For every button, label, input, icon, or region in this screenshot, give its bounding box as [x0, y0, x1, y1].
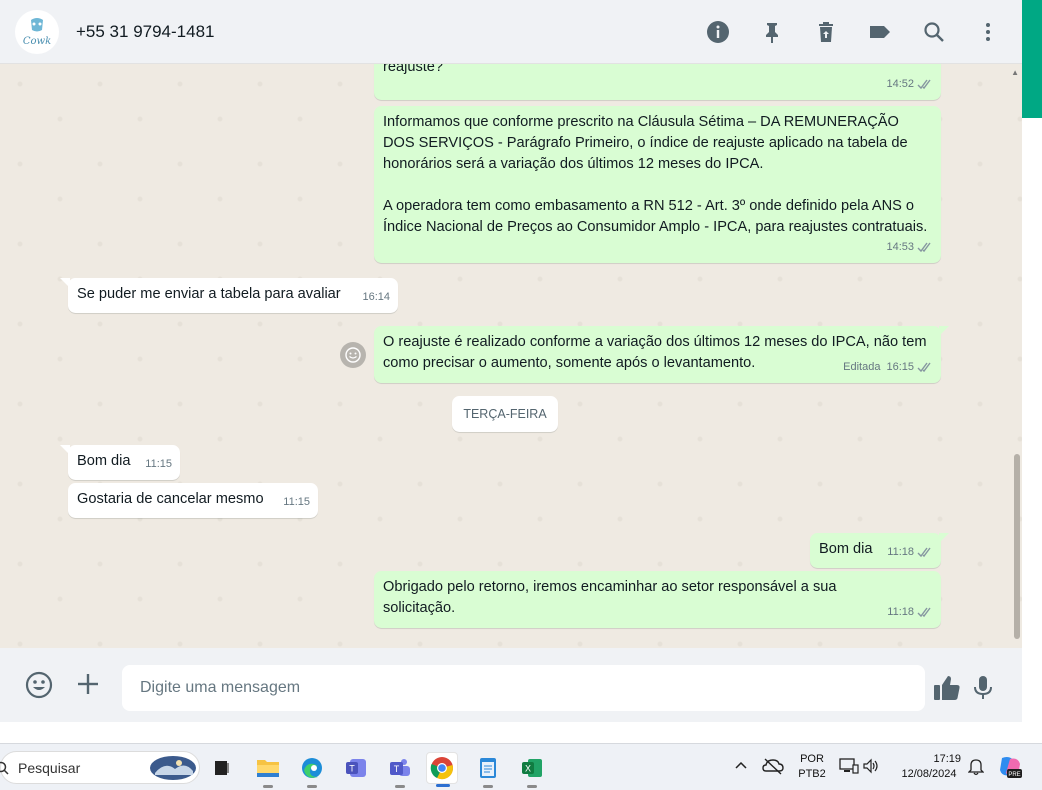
double-check-icon — [917, 242, 931, 253]
accent-strip — [1022, 0, 1042, 118]
message-incoming[interactable]: Gostaria de cancelar mesmo 11:15 — [68, 483, 318, 518]
thumbs-up-icon — [934, 676, 960, 700]
folder-icon — [257, 760, 279, 777]
message-time: 11:15 — [283, 496, 310, 508]
double-check-icon — [917, 607, 931, 618]
message-time: 14:53 — [886, 241, 914, 253]
message-text: Bom dia — [77, 453, 131, 469]
task-view-icon — [215, 761, 229, 775]
like-button[interactable] — [932, 674, 962, 707]
tray-overflow-chevron-icon[interactable] — [734, 759, 748, 778]
pin-icon[interactable] — [758, 18, 786, 46]
notification-bell-icon[interactable] — [967, 758, 985, 781]
svg-text:X: X — [525, 764, 531, 774]
message-meta: 14:52 — [886, 74, 933, 95]
emoji-button[interactable] — [24, 670, 54, 705]
microphone-icon — [974, 676, 992, 699]
chat-scrollbar[interactable] — [1014, 454, 1020, 639]
svg-text:PRE: PRE — [1008, 772, 1020, 778]
message-outgoing[interactable]: Informamos que conforme prescrito na Clá… — [374, 106, 941, 263]
right-pane — [1022, 118, 1042, 722]
message-text: reajuste? — [383, 64, 444, 75]
svg-text:T: T — [394, 764, 400, 774]
message-time: 16:15 — [886, 361, 914, 373]
onedrive-offline-icon[interactable] — [762, 757, 784, 780]
contact-name[interactable]: +55 31 9794-1481 — [76, 22, 215, 42]
edited-label: Editada — [843, 361, 881, 373]
taskbar-teams-classic[interactable]: T — [340, 752, 372, 784]
contact-avatar[interactable]: Cowk — [15, 9, 59, 54]
menu-icon[interactable] — [974, 18, 1002, 46]
message-time: 14:52 — [886, 78, 914, 90]
message-text: Gostaria de cancelar mesmo — [77, 491, 264, 507]
taskbar-task-view[interactable] — [206, 752, 238, 784]
message-time: 11:18 — [887, 546, 914, 558]
search-icon — [0, 761, 9, 775]
language-indicator[interactable]: POR PTB2 — [795, 752, 829, 782]
chat-area: ▲ reajuste? 14:52 Informamos que conform… — [0, 64, 1022, 648]
message-time: 11:15 — [145, 458, 172, 470]
label-icon[interactable] — [866, 18, 894, 46]
message-input[interactable] — [122, 665, 925, 711]
svg-text:Cowk: Cowk — [23, 36, 51, 47]
network-icon[interactable] — [839, 757, 859, 780]
teams-icon: T — [346, 759, 366, 777]
svg-text:T: T — [349, 764, 355, 774]
message-time: 16:14 — [362, 291, 390, 303]
taskbar-chrome[interactable] — [426, 752, 458, 787]
delete-icon[interactable] — [812, 18, 840, 46]
double-check-icon — [917, 79, 931, 90]
composer-bar — [0, 648, 1022, 722]
plus-icon — [78, 674, 98, 694]
search-highlight-icon — [150, 756, 196, 780]
copilot-icon[interactable]: PRE — [997, 754, 1023, 785]
scroll-up-icon[interactable]: ▲ — [1011, 68, 1019, 77]
message-meta: 11:18 — [887, 542, 933, 563]
search-icon[interactable] — [920, 18, 948, 46]
message-outgoing[interactable]: Obrigado pelo retorno, iremos encaminhar… — [374, 571, 941, 628]
smiley-icon — [345, 347, 361, 363]
message-text: Bom dia — [819, 541, 873, 557]
message-meta: 14:53 — [886, 237, 933, 258]
attach-button[interactable] — [75, 670, 101, 705]
message-text: Se puder me enviar a tabela para avaliar — [77, 286, 341, 302]
notepad-icon — [480, 758, 496, 778]
volume-icon[interactable] — [862, 757, 880, 780]
double-check-icon — [917, 547, 931, 558]
message-meta: Editada 16:15 — [843, 357, 933, 378]
message-paragraph-2: A operadora tem como embasamento a RN 51… — [383, 198, 928, 235]
windows-taskbar: Pesquisar T T X POR PTB2 17:19 12/08/202… — [0, 743, 1042, 790]
excel-icon: X — [522, 759, 542, 777]
taskbar-file-explorer[interactable] — [252, 752, 284, 788]
info-icon[interactable] — [704, 18, 732, 46]
chrome-icon — [430, 757, 453, 780]
microphone-button[interactable] — [971, 674, 995, 707]
taskbar-edge[interactable] — [296, 752, 328, 788]
taskbar-search[interactable]: Pesquisar — [0, 751, 200, 784]
edge-icon — [302, 758, 322, 778]
message-paragraph-1: Informamos que conforme prescrito na Clá… — [383, 114, 908, 172]
date-divider: TERÇA-FEIRA — [452, 396, 558, 432]
message-outgoing[interactable]: reajuste? 14:52 — [374, 64, 941, 100]
double-check-icon — [917, 362, 931, 373]
teams-new-icon: T — [390, 759, 410, 776]
taskbar-notepad[interactable] — [472, 752, 504, 788]
message-meta: 11:18 — [887, 602, 933, 623]
message-outgoing[interactable]: Bom dia 11:18 — [810, 533, 949, 568]
message-incoming[interactable]: Se puder me enviar a tabela para avaliar… — [60, 278, 398, 313]
react-emoji-button[interactable] — [340, 342, 366, 368]
chat-header: Cowk +55 31 9794-1481 — [0, 0, 1022, 64]
clock[interactable]: 17:19 12/08/2024 — [890, 752, 968, 782]
message-text: Obrigado pelo retorno, iremos encaminhar… — [383, 579, 837, 616]
message-time: 11:18 — [887, 606, 914, 618]
taskbar-teams[interactable]: T — [384, 752, 416, 788]
emoji-icon — [25, 671, 53, 699]
message-outgoing[interactable]: O reajuste é realizado conforme a variaç… — [374, 326, 949, 383]
search-label: Pesquisar — [18, 759, 81, 776]
cowk-logo-icon: Cowk — [23, 17, 51, 47]
message-incoming[interactable]: Bom dia 11:15 — [60, 445, 180, 480]
taskbar-excel[interactable]: X — [516, 752, 548, 788]
